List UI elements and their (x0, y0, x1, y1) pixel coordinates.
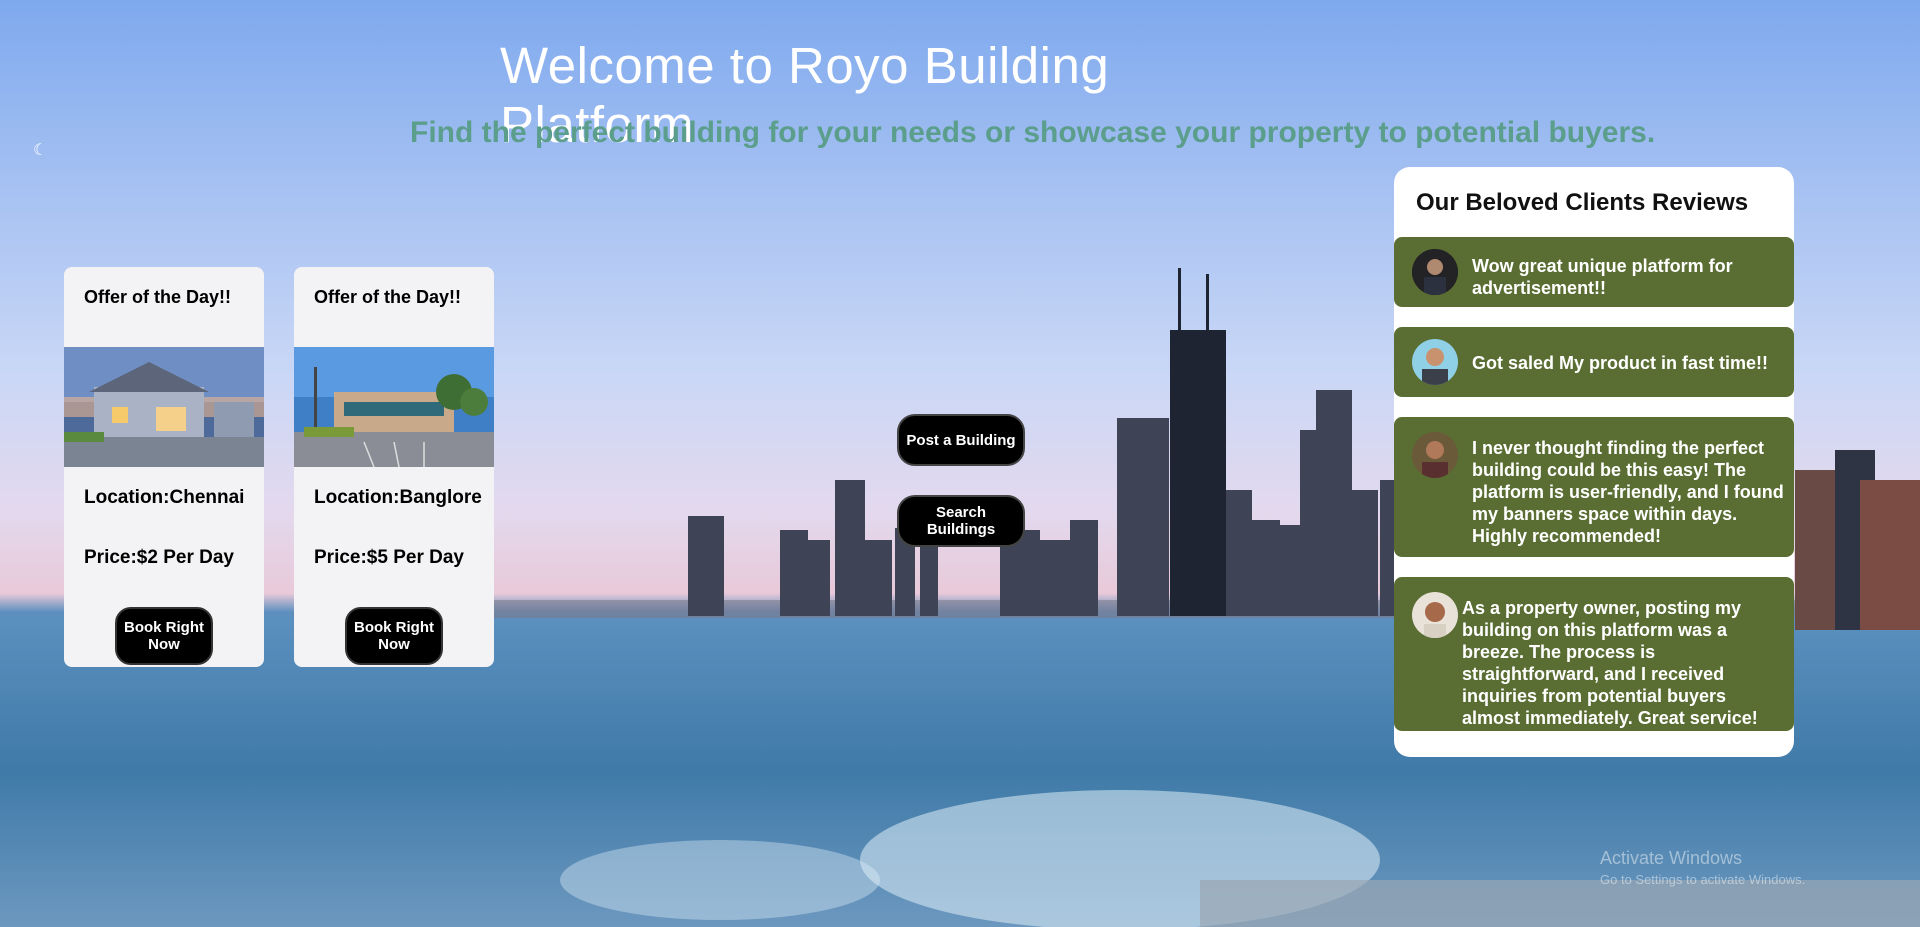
offer-title: Offer of the Day!! (314, 287, 462, 307)
reviewer-avatar (1412, 592, 1458, 638)
page-subtitle: Find the perfect building for your needs… (410, 116, 1656, 149)
review-item: As a property owner, posting my building… (1394, 577, 1794, 731)
office-building-photo (294, 347, 494, 467)
offer-card: Offer of the Day!! Location:Banglore Pri… (294, 267, 494, 667)
review-text: As a property owner, posting my building… (1462, 598, 1758, 728)
reviewer-avatar (1412, 249, 1458, 295)
reviews-panel: Our Beloved Clients Reviews Wow great un… (1394, 167, 1794, 757)
house-photo (64, 347, 264, 467)
search-buildings-button[interactable]: Search Buildings (897, 495, 1025, 547)
reviewer-avatar (1412, 432, 1458, 478)
review-text: I never thought finding the perfect buil… (1472, 438, 1784, 546)
post-building-button[interactable]: Post a Building (897, 414, 1025, 466)
book-right-now-button[interactable]: Book Right Now (115, 607, 213, 665)
reviews-title: Our Beloved Clients Reviews (1416, 189, 1749, 216)
review-text: Wow great unique platform for advertisem… (1472, 256, 1733, 298)
offer-location: Location:Chennai (84, 487, 245, 508)
offer-title: Offer of the Day!! (84, 287, 232, 307)
review-item: Wow great unique platform for advertisem… (1394, 237, 1794, 307)
review-text: Got saled My product in fast time!! (1472, 353, 1769, 373)
book-right-now-button[interactable]: Book Right Now (345, 607, 443, 665)
offer-location: Location:Banglore (314, 487, 482, 508)
offer-price: Price:$5 Per Day (314, 547, 464, 568)
review-item: I never thought finding the perfect buil… (1394, 417, 1794, 557)
windows-activation-hint: Go to Settings to activate Windows. (1600, 872, 1806, 887)
reviewer-avatar (1412, 339, 1458, 385)
windows-activation-watermark: Activate Windows (1600, 848, 1743, 868)
review-item: Got saled My product in fast time!! (1394, 327, 1794, 397)
offer-price: Price:$2 Per Day (84, 547, 234, 568)
moon-icon: ☾ (33, 142, 48, 159)
offer-card: Offer of the Day!! Location:Chennai Pric… (64, 267, 264, 667)
